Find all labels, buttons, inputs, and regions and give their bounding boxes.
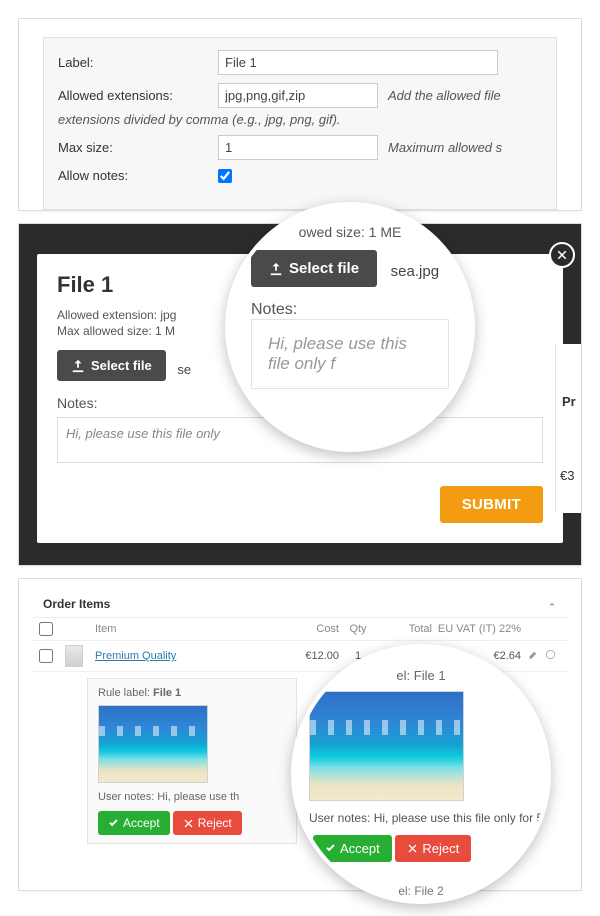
row-cost: €12.00	[289, 650, 339, 662]
allow-notes-checkbox[interactable]	[218, 169, 232, 183]
zoom-notes-value: Hi, please use this file only f	[251, 319, 449, 389]
order-items-panel: Order Items Item Cost Qty Total EU VAT (…	[18, 578, 582, 891]
zoom-reject-button[interactable]: Reject	[395, 835, 471, 862]
dark-backdrop: File 1 Allowed extension: jpg Max allowe…	[19, 224, 581, 565]
submit-button[interactable]: SUBMIT	[440, 486, 543, 523]
upload-dialog-panel: File 1 Allowed extension: jpg Max allowe…	[18, 223, 582, 566]
col-cost: Cost	[289, 623, 339, 635]
row-checkbox[interactable]	[39, 649, 53, 663]
row-actions	[525, 649, 561, 663]
close-icon	[556, 249, 568, 261]
right-price-strip: Pr €3	[555, 344, 581, 513]
select-file-label: Select file	[91, 358, 152, 373]
select-file-button[interactable]: Select file	[57, 350, 166, 381]
reject-button[interactable]: Reject	[173, 811, 242, 835]
zoom-reject-label: Reject	[422, 841, 459, 856]
user-notes: User notes: Hi, please use th	[98, 791, 286, 803]
ext-help-block: extensions divided by comma (e.g., jpg, …	[58, 112, 542, 127]
check-icon	[108, 818, 119, 829]
col-qty: Qty	[343, 623, 373, 635]
zoom-lens-orders: el: File 1 User notes: Hi, please use th…	[291, 644, 551, 904]
zoom-footer: el: File 2	[295, 884, 547, 898]
price-value-fragment: €3	[560, 468, 574, 483]
rule-label-value: File 1	[153, 687, 181, 699]
col-item: Item	[95, 623, 285, 635]
price-header-fragment: Pr	[562, 394, 576, 409]
allow-notes-caption: Allow notes:	[58, 168, 208, 183]
settings-panel: Label: Allowed extensions: Add the allow…	[18, 18, 582, 211]
zoom-accept-label: Accept	[340, 841, 380, 856]
zoom-size-line: owed size: 1 ME	[251, 224, 449, 240]
zoom-select-file-button[interactable]: Select file	[251, 250, 377, 287]
more-icon[interactable]	[545, 649, 556, 660]
zoom-chosen-file: sea.jpg	[391, 263, 439, 280]
zoom-notes-label: Notes:	[251, 301, 449, 319]
close-button[interactable]	[549, 242, 575, 268]
label-caption: Label:	[58, 55, 208, 70]
upload-icon	[269, 262, 283, 276]
zoom-user-notes: User notes: Hi, please use this file onl…	[309, 811, 547, 825]
panel-title: Order Items	[43, 597, 110, 611]
check-icon	[325, 843, 336, 854]
ext-caption: Allowed extensions:	[58, 88, 208, 103]
maxsize-help: Maximum allowed s	[388, 140, 502, 155]
label-input[interactable]	[218, 50, 498, 75]
zoom-uploaded-image	[309, 691, 464, 801]
allowed-extensions-input[interactable]	[218, 83, 378, 108]
item-link[interactable]: Premium Quality	[95, 650, 285, 662]
product-thumb	[65, 645, 83, 667]
maxsize-caption: Max size:	[58, 140, 208, 155]
ext-help-inline: Add the allowed file	[388, 88, 501, 103]
col-vat: EU VAT (IT) 22%	[436, 623, 521, 635]
collapse-icon[interactable]	[547, 599, 557, 609]
settings-form: Label: Allowed extensions: Add the allow…	[43, 37, 557, 210]
reject-label: Reject	[198, 816, 232, 830]
chosen-file: se	[177, 362, 191, 377]
rule-card: Rule label: File 1 User notes: Hi, pleas…	[87, 678, 297, 844]
x-icon	[407, 843, 418, 854]
zoom-select-file-label: Select file	[289, 260, 359, 277]
select-all-checkbox[interactable]	[39, 622, 53, 636]
accept-label: Accept	[123, 816, 160, 830]
maxsize-input[interactable]	[218, 135, 378, 160]
zoom-lens: owed size: 1 ME Select file sea.jpg Note…	[225, 202, 475, 452]
zoom-accept-button[interactable]: Accept	[313, 835, 392, 862]
rule-label-prefix: Rule label:	[98, 687, 153, 699]
accept-button[interactable]: Accept	[98, 811, 170, 835]
table-header: Item Cost Qty Total EU VAT (IT) 22%	[31, 618, 569, 641]
col-total: Total	[377, 623, 432, 635]
uploaded-image-thumb	[98, 705, 208, 783]
edit-icon[interactable]	[528, 649, 539, 660]
x-icon	[183, 818, 194, 829]
upload-icon	[71, 359, 85, 373]
